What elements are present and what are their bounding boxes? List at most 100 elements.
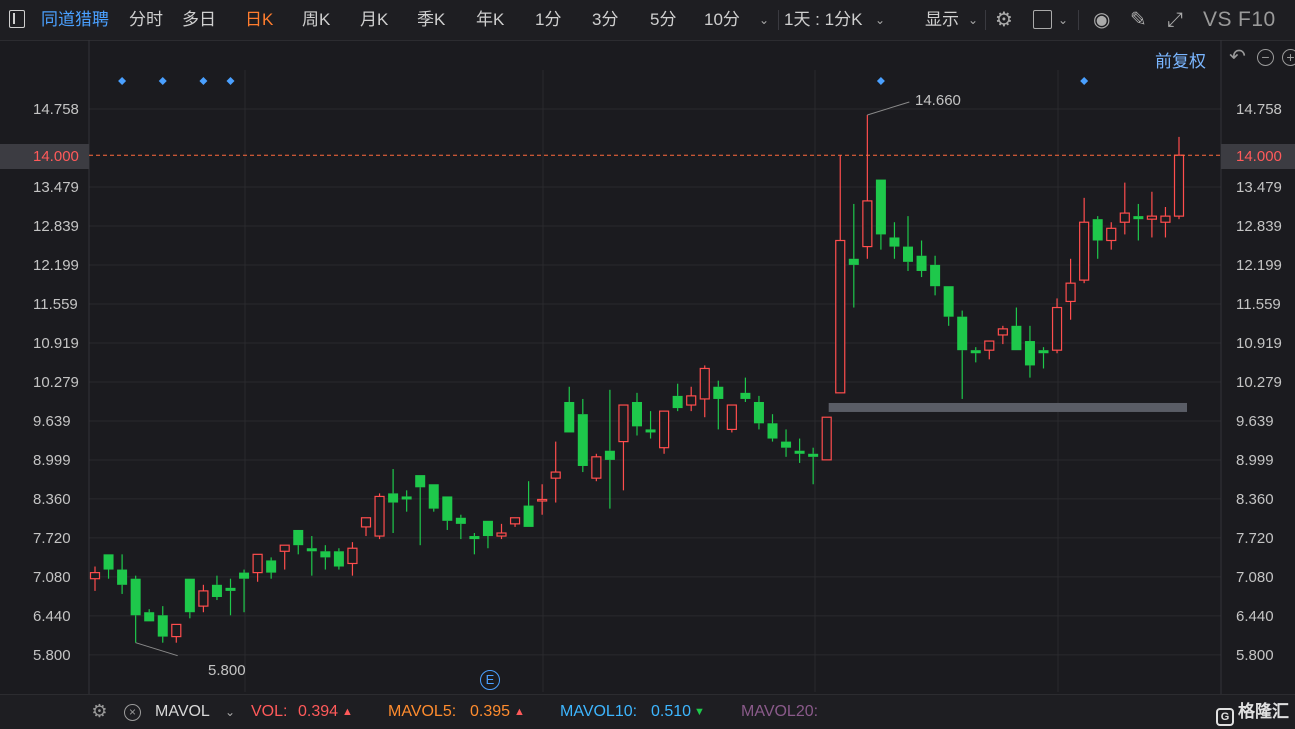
candle-body (1146, 215, 1158, 220)
candle (916, 240, 927, 278)
candle-body (1092, 219, 1103, 241)
candle-body (347, 547, 358, 565)
candle-body (564, 401, 575, 433)
candle (1146, 191, 1158, 238)
candle (686, 386, 697, 412)
low-price-label: 5.800 (208, 662, 246, 679)
candle-body (970, 350, 981, 354)
candle (198, 584, 209, 613)
candle (89, 566, 101, 591)
candle-body (293, 529, 304, 546)
candle-body (577, 414, 588, 466)
candle (997, 325, 1008, 345)
candle (333, 548, 344, 570)
candle-body (726, 404, 737, 431)
price-axis-label-right: 10.919 (1236, 335, 1282, 352)
candle-body (1038, 350, 1049, 354)
candle-body (442, 496, 453, 521)
candlestick-chart[interactable] (0, 0, 1295, 728)
candle-body (1024, 341, 1035, 366)
candle (632, 392, 642, 436)
candle (781, 429, 792, 457)
price-axis-label-left: 5.800 (33, 647, 71, 664)
candle (591, 453, 602, 482)
candle (577, 398, 588, 473)
candle (903, 216, 913, 271)
arrow-up-icon: ▲ (514, 706, 525, 718)
brand-icon: G (1216, 708, 1234, 726)
candle (320, 545, 331, 570)
indicator-name[interactable]: MAVOL (155, 695, 210, 729)
chevron-down-icon[interactable]: ⌄ (225, 695, 235, 729)
candle (252, 553, 263, 582)
close-icon[interactable]: × (124, 704, 141, 721)
candle-body (266, 560, 277, 573)
candle-body (875, 179, 886, 235)
candle (875, 179, 886, 250)
candle (415, 475, 426, 546)
candle (496, 523, 507, 540)
candle (1119, 182, 1130, 235)
candle (388, 469, 399, 534)
gear-icon[interactable]: ⚙ (91, 702, 108, 721)
candle-body (862, 200, 873, 248)
candle-body (781, 441, 792, 448)
candle (835, 155, 846, 394)
candle-body (686, 395, 697, 406)
candle-body (1011, 325, 1022, 351)
arrow-down-icon: ▼ (694, 706, 705, 718)
candle-body (428, 484, 439, 509)
candle (1065, 258, 1076, 320)
candle (658, 410, 670, 454)
event-badge-icon[interactable]: E (480, 670, 500, 690)
mavol10-value: 0.510 (651, 703, 692, 720)
candle (360, 517, 372, 537)
candle-body (753, 401, 764, 424)
candle-body (1065, 282, 1076, 303)
price-axis-label-left: 10.919 (33, 335, 79, 352)
candle (523, 481, 534, 527)
price-axis-label-right: 9.639 (1236, 413, 1274, 430)
candle (184, 578, 195, 619)
candle (930, 255, 941, 296)
candle-body (591, 456, 602, 479)
candle (306, 536, 317, 576)
candle (157, 606, 168, 643)
candle-body (333, 551, 344, 567)
price-axis-label-left: 12.839 (33, 218, 79, 235)
event-marker-icon (876, 77, 885, 85)
candle (469, 533, 480, 555)
candle-body (130, 578, 141, 616)
candle (984, 340, 995, 360)
candle-body (1106, 227, 1117, 242)
price-axis-label-right: 14.758 (1236, 101, 1282, 118)
candle-body (550, 471, 561, 479)
candle-body (496, 532, 507, 537)
candle-body (509, 517, 521, 525)
candle (740, 377, 751, 402)
candle-body (672, 395, 683, 409)
candle (1079, 197, 1090, 284)
price-axis-label-left: 13.479 (33, 179, 79, 196)
event-marker-icon (1080, 77, 1089, 85)
candle (1092, 216, 1103, 259)
price-axis-label-right: 6.440 (1236, 608, 1274, 625)
candle-body (916, 255, 927, 271)
candle (374, 493, 385, 540)
price-axis-label-right: 8.360 (1236, 491, 1274, 508)
candle (726, 404, 737, 433)
candle-body (184, 578, 195, 613)
candle-body (618, 404, 629, 443)
candle-body (360, 517, 372, 528)
candle (347, 542, 358, 576)
candle-body (523, 505, 534, 527)
candle-body (279, 544, 290, 552)
candle (401, 490, 412, 512)
candle-body (374, 495, 385, 537)
brand-name: 格隆汇 (1238, 702, 1289, 721)
mavol10-label: MAVOL10: (560, 703, 638, 720)
candle (604, 389, 615, 509)
price-axis-label-right: 7.720 (1236, 530, 1274, 547)
price-axis-label-left: 9.639 (33, 413, 71, 430)
candle (442, 496, 453, 530)
